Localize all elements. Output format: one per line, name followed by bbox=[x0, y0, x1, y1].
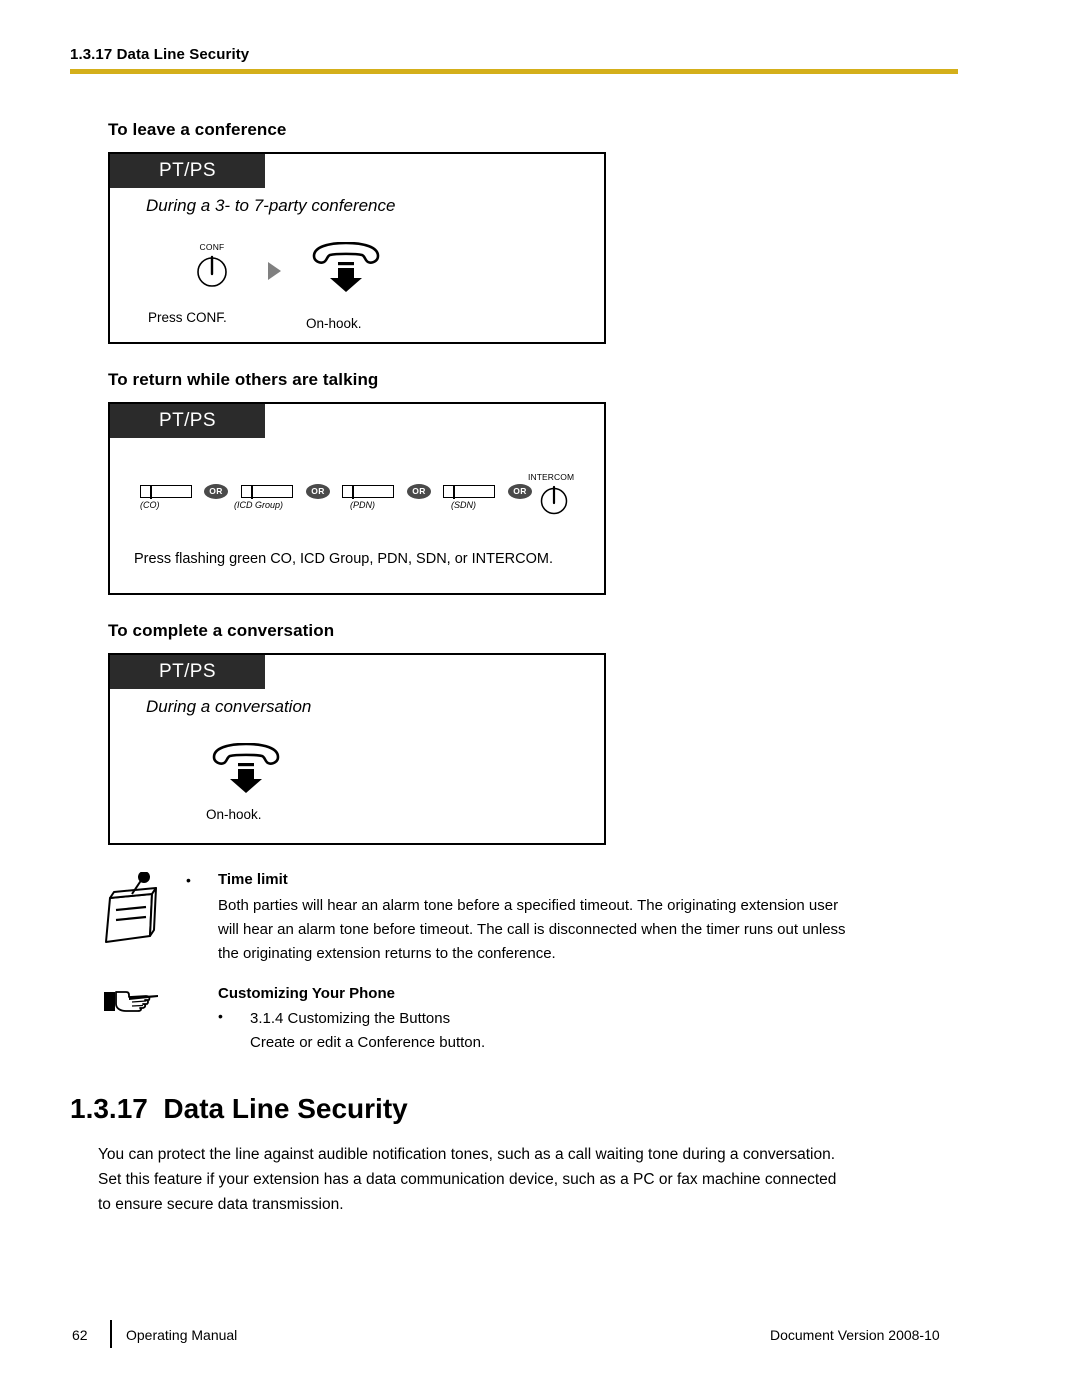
footer-divider bbox=[110, 1320, 112, 1348]
footer-manual-name: Operating Manual bbox=[126, 1327, 238, 1343]
flexible-button-icon-pdn bbox=[342, 484, 394, 499]
flexible-button-icon-sdn bbox=[443, 484, 495, 499]
operation-condition-3: During a conversation bbox=[146, 697, 312, 716]
conf-button-icon: CONF bbox=[184, 242, 240, 290]
note-bullet-2: • bbox=[218, 1008, 223, 1024]
note-line: will hear an alarm tone before timeout. … bbox=[218, 921, 846, 938]
arrow-right-icon bbox=[268, 262, 281, 280]
note-title-time-limit: Time limit bbox=[218, 871, 288, 888]
button-options-row: (CO) OR (ICD Group) OR (PDN) OR (SDN) OR… bbox=[110, 404, 608, 534]
operation-sentence-2: Press flashing green CO, ICD Group, PDN,… bbox=[134, 551, 553, 567]
pointing-hand-icon bbox=[102, 984, 162, 1018]
note-line: the originating extension returns to the… bbox=[218, 945, 556, 962]
operation-condition-1: During a 3- to 7-party conference bbox=[146, 196, 396, 215]
or-badge-3: OR bbox=[407, 484, 431, 499]
section-paragraph-line: to ensure secure data transmission. bbox=[98, 1196, 344, 1213]
section-paragraph-line: You can protect the line against audible… bbox=[98, 1146, 836, 1163]
operation-box-leave-conference: PT/PS During a 3- to 7-party conference … bbox=[108, 152, 606, 344]
operation-box-return-while-talking: PT/PS (CO) OR (ICD Group) OR (PDN) OR (S… bbox=[108, 402, 606, 595]
on-hook-handset-icon-2 bbox=[206, 742, 286, 795]
flexible-button-label-icd-group: (ICD Group) bbox=[234, 500, 284, 510]
page-running-header: 1.3.17 Data Line Security bbox=[70, 46, 958, 74]
note-title-customizing: Customizing Your Phone bbox=[218, 985, 395, 1002]
note-line: Both parties will hear an alarm tone bef… bbox=[218, 897, 839, 914]
section-paragraph: You can protect the line against audible… bbox=[98, 1142, 968, 1217]
operation-caption-1-step-1: Press CONF. bbox=[148, 310, 227, 325]
or-badge-1: OR bbox=[204, 484, 228, 499]
or-badge-2: OR bbox=[306, 484, 330, 499]
operation-caption-3-step-1: On-hook. bbox=[206, 807, 262, 822]
note-line: 3.1.4 Customizing the Buttons bbox=[250, 1010, 451, 1027]
ptps-badge-3: PT/PS bbox=[110, 655, 265, 689]
flexible-button-icon-co bbox=[140, 484, 192, 499]
footer-document-version: Document Version 2008-10 bbox=[770, 1327, 940, 1343]
header-gold-rule bbox=[70, 69, 958, 74]
footer-page-number: 62 bbox=[72, 1327, 88, 1343]
flexible-button-icon-icd-group bbox=[241, 484, 293, 499]
running-head-text: 1.3.17 Data Line Security bbox=[70, 46, 250, 63]
operation-caption-1-step-2: On-hook. bbox=[306, 316, 362, 331]
flexible-button-label-co: (CO) bbox=[140, 500, 160, 510]
operation-box-complete-conversation: PT/PS During a conversation On-hook. bbox=[108, 653, 606, 845]
flexible-button-label-pdn: (PDN) bbox=[350, 500, 375, 510]
procedure-heading-complete-conversation: To complete a conversation bbox=[108, 621, 335, 640]
section-number: 1.3.17 bbox=[70, 1093, 148, 1124]
note-bullet-1: • bbox=[186, 872, 191, 888]
procedure-heading-return-while-talking: To return while others are talking bbox=[108, 370, 379, 389]
on-hook-handset-icon bbox=[306, 241, 386, 294]
procedure-heading-leave-conference: To leave a conference bbox=[108, 120, 287, 139]
conf-button-icon-label: CONF bbox=[199, 242, 225, 252]
section-title: Data Line Security bbox=[163, 1093, 408, 1124]
page-title: 1.3.17 Data Line Security bbox=[70, 1093, 408, 1125]
intercom-button-icon-label: INTERCOM bbox=[528, 472, 575, 482]
or-badge-4: OR bbox=[508, 484, 532, 499]
ptps-badge-1: PT/PS bbox=[110, 154, 265, 188]
section-paragraph-line: Set this feature if your extension has a… bbox=[98, 1171, 837, 1188]
note-pad-icon bbox=[100, 871, 162, 950]
flexible-button-label-sdn: (SDN) bbox=[451, 500, 476, 510]
note-line: Create or edit a Conference button. bbox=[250, 1034, 486, 1051]
intercom-button-icon bbox=[537, 482, 571, 516]
